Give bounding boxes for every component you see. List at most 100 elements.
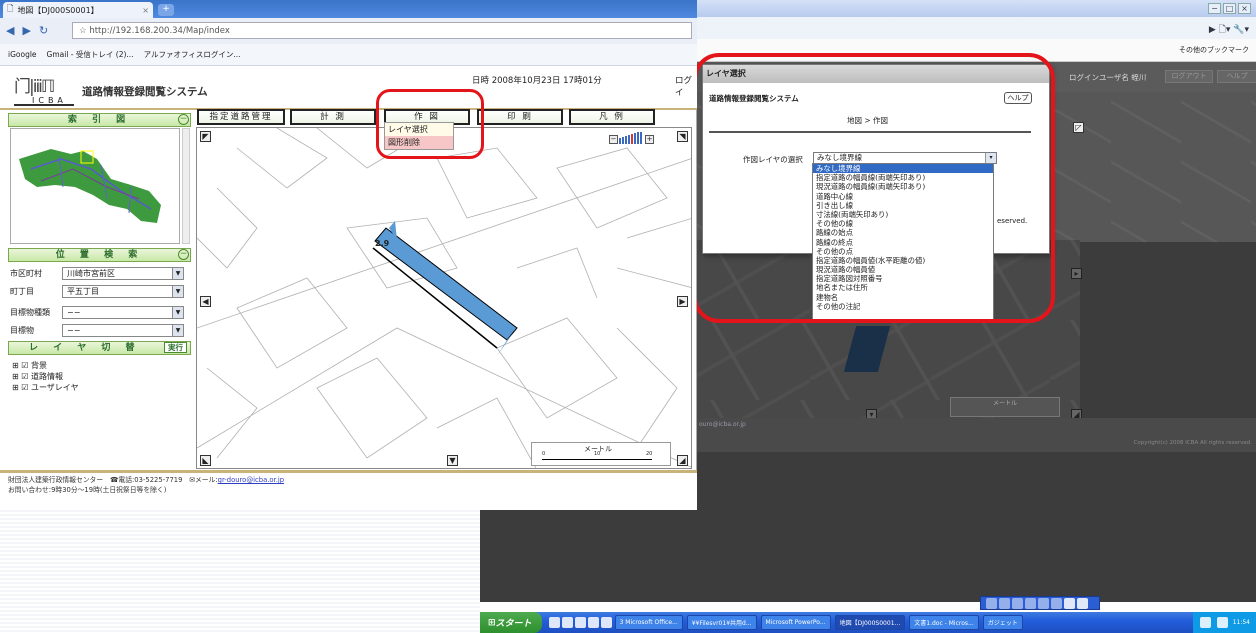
city-value: 川崎市宮前区 (67, 269, 115, 278)
right-arrow-icon[interactable]: ▸ (1071, 268, 1082, 279)
language-bar[interactable] (980, 596, 1100, 610)
maximize-button[interactable]: □ (1223, 3, 1236, 14)
layer-tree: ⊞ ☑ 背景 ⊞ ☑ 道路情報 ⊞ ☑ ユーザレイヤ (12, 360, 79, 393)
quicklaunch-icon[interactable] (548, 617, 560, 628)
landmark-value: −− (67, 326, 81, 335)
copyright-text: Copyright(c) 2008 ICBA All rights reserv… (1133, 440, 1252, 446)
tray-icon[interactable] (1199, 617, 1211, 628)
quicklaunch-icon[interactable] (561, 617, 573, 628)
dim-scale-unit: メートル (992, 400, 1017, 407)
expand-icon[interactable]: ⊞ (12, 383, 19, 392)
down-arrow-icon[interactable]: ▼ (447, 455, 458, 466)
layer-item[interactable]: ⊞ ☑ 背景 (12, 360, 79, 371)
town-select[interactable]: 平五丁目 ▼ (62, 285, 184, 298)
chevron-down-icon[interactable]: ▼ (172, 268, 183, 279)
quicklaunch-icon[interactable] (574, 617, 586, 628)
close-button[interactable]: × (1238, 3, 1251, 14)
index-scrollbar[interactable] (182, 128, 190, 244)
print-button[interactable]: 印 刷 (477, 109, 563, 125)
bookmark-igoogle[interactable]: iGoogle (8, 50, 37, 59)
quicklaunch-icon[interactable] (600, 617, 612, 628)
city-select[interactable]: 川崎市宮前区 ▼ (62, 267, 184, 280)
index-map[interactable] (10, 128, 180, 244)
dim-scale-bar: メートル (950, 397, 1060, 417)
reload-icon[interactable]: ↻ (39, 24, 48, 37)
se-arrow-icon[interactable]: ◢ (677, 455, 688, 466)
star-icon[interactable]: ☆ (79, 26, 87, 36)
right-arrow-icon[interactable]: ▶ (677, 296, 688, 307)
nw-arrow-icon[interactable]: ◤ (200, 131, 211, 142)
measure-button[interactable]: 計 測 (290, 109, 376, 125)
forward-icon[interactable]: ▶ (22, 24, 30, 37)
tray-icon[interactable] (1216, 617, 1228, 628)
bookmark-alpha[interactable]: アルファオフィスログイン... (144, 49, 241, 60)
chevron-down-icon[interactable]: ▼ (172, 286, 183, 297)
zoom-in-icon[interactable]: + (645, 135, 654, 144)
checkbox-icon[interactable]: ☑ (21, 383, 28, 392)
tab-title: 地図【DJ000S0001】 (17, 5, 99, 15)
expand-icon[interactable]: ⊞ (12, 372, 19, 381)
layer-exec-button[interactable]: 実行 (164, 342, 187, 353)
field-city: 市区町村 川崎市宮前区 ▼ (10, 266, 190, 281)
field-label: 町丁目 (10, 287, 34, 296)
zoom-out-icon[interactable]: − (609, 135, 618, 144)
taskbar-item-map[interactable]: 地図【DJ000S0001... (834, 615, 906, 630)
new-tab-icon[interactable]: + (158, 4, 174, 16)
right-title-bar: − □ × (691, 0, 1256, 17)
system-tray: 11:54 (1192, 612, 1256, 633)
quicklaunch-icon[interactable] (587, 617, 599, 628)
designated-road-button[interactable]: 指定道路管理 (197, 109, 285, 125)
layer-label: 背景 (30, 361, 47, 370)
taskbar: ⊞ スタート 3 Microsoft Office... ¥¥Filesvr01… (480, 612, 1256, 633)
zoom-slider[interactable]: − + (609, 132, 654, 144)
map-view[interactable]: 2.9 ◤ ◥ ◀ ▶ ◣ ▼ ◢ − + メートル 0 10 20 (196, 127, 692, 469)
start-button[interactable]: ⊞ スタート (480, 612, 542, 633)
footer-text: 財団法人建築行政情報センター ☎電話:03-5225-7719 ✉メール:gr-… (8, 475, 688, 495)
back-icon[interactable]: ◀ (6, 24, 14, 37)
collapse-icon[interactable]: − (178, 249, 189, 260)
desktop-background (0, 510, 480, 633)
sw-arrow-icon[interactable]: ◣ (200, 455, 211, 466)
minimize-button[interactable]: − (1208, 3, 1221, 14)
tab-close-icon[interactable]: × (142, 6, 149, 15)
index-map-header: 索 引 図 − (8, 113, 191, 127)
checkbox-icon[interactable]: ☑ (21, 372, 28, 381)
help-button-top[interactable]: ヘルプ (1217, 70, 1256, 83)
layer-item[interactable]: ⊞ ☑ 道路情報 (12, 371, 79, 382)
left-arrow-icon[interactable]: ◀ (200, 296, 211, 307)
chevron-down-icon[interactable]: ▼ (172, 325, 183, 336)
logout-button[interactable]: ログアウト (1165, 70, 1213, 83)
location-title: 位 置 検 索 (8, 248, 191, 262)
left-tab-bar: 🗋 地図【DJ000S0001】 × + (0, 0, 697, 18)
other-bookmarks[interactable]: その他のブックマーク (1179, 45, 1249, 55)
taskbar-item-powerpoint[interactable]: Microsoft PowerPo... (760, 615, 831, 630)
taskbar-item-gadget[interactable]: ガジェット (982, 615, 1023, 630)
browser-tab[interactable]: 🗋 地図【DJ000S0001】 × (3, 2, 153, 18)
map-measure-label: 2.9 (375, 239, 390, 248)
page-icon: 🗋 (7, 4, 14, 13)
url-bar[interactable]: ☆ http://192.168.200.34/Map/index (72, 22, 692, 39)
landmark-type-select[interactable]: −− ▼ (62, 306, 184, 319)
bookmark-gmail[interactable]: Gmail - 受信トレイ (2)... (47, 49, 134, 60)
footer-email-link[interactable]: gr-douro@icba.or.jp (218, 476, 284, 484)
chevron-down-icon[interactable]: ▼ (172, 307, 183, 318)
layer-item[interactable]: ⊞ ☑ ユーザレイヤ (12, 382, 79, 393)
landmark-select[interactable]: −− ▼ (62, 324, 184, 337)
collapse-icon[interactable]: − (178, 114, 189, 125)
scale-tick: 0 (542, 451, 546, 457)
taskbar-item-files[interactable]: ¥¥Filesvr01¥共用d... (686, 615, 757, 630)
legend-button[interactable]: 凡 例 (569, 109, 655, 125)
right-toolbar: ▶ 🗋▾ 🔧▾ (691, 17, 1256, 39)
ne-arrow-icon[interactable]: ◥ (677, 131, 688, 142)
page-menu-icon[interactable]: ▶ 🗋▾ 🔧▾ (1209, 22, 1249, 38)
taskbar-item-word[interactable]: 文書1.doc - Micros... (909, 615, 979, 630)
town-value: 平五丁目 (67, 287, 99, 296)
index-map-title: 索 引 図 (8, 113, 191, 127)
checkbox-icon[interactable]: ☑ (21, 361, 28, 370)
taskbar-item-office[interactable]: 3 Microsoft Office... (614, 615, 683, 630)
layer-label: 道路情報 (30, 372, 63, 381)
location-form: 市区町村 川崎市宮前区 ▼ 町丁目 平五丁目 ▼ 目標物種類 −− ▼ 目標物 −− ▼ (10, 266, 190, 341)
expand-icon[interactable]: ⊞ (12, 361, 19, 370)
nav-arrow-icon[interactable]: ◸ (1073, 122, 1084, 133)
red-highlight-menu (376, 89, 484, 159)
